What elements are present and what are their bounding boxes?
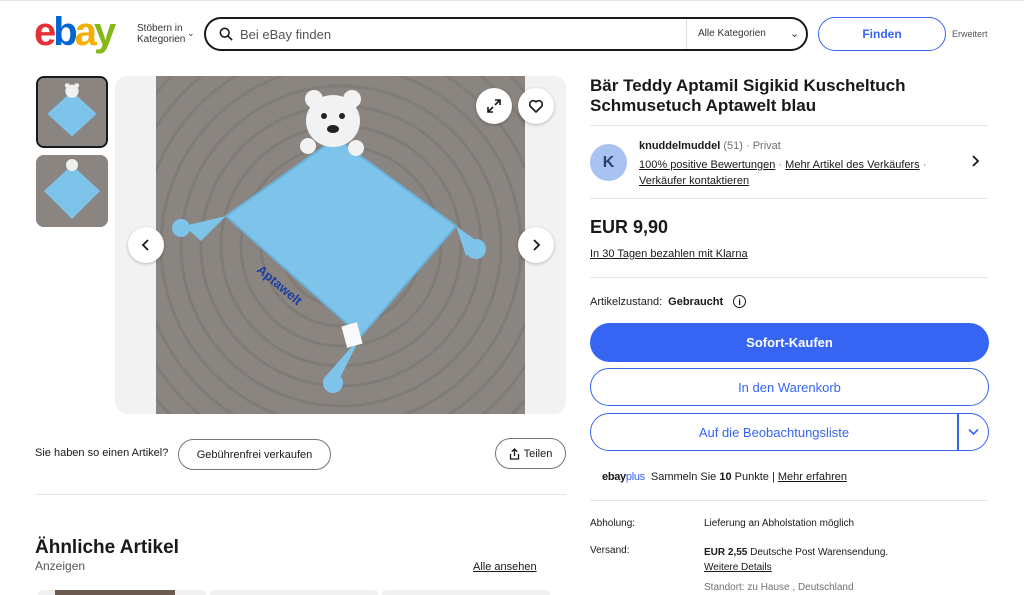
contact-seller-link[interactable]: Verkäufer kontaktieren (639, 175, 749, 187)
similar-items-title: Ähnliche Artikel (35, 537, 179, 558)
condition-label: Artikelzustand: (590, 295, 663, 308)
plus-logo-ebay: ebay (602, 471, 626, 483)
buy-now-button[interactable]: Sofort-Kaufen (590, 323, 989, 362)
more-items-link[interactable]: Mehr Artikel des Verkäufers (785, 159, 920, 171)
plus-points: 10 (719, 471, 732, 483)
ads-label: Anzeigen (35, 559, 86, 573)
plus-collect-text: Sammeln Sie (650, 471, 717, 483)
plus-logo-plus: plus (625, 471, 645, 483)
shipping-desc: Deutsche Post Warensendung. (750, 547, 889, 558)
chevron-left-icon[interactable] (128, 227, 164, 263)
item-location: Standort: zu Hause , Deutschland (704, 582, 854, 593)
seller-avatar[interactable]: K (590, 144, 627, 181)
similar-item-card[interactable] (382, 590, 550, 595)
chevron-right-icon[interactable] (518, 227, 554, 263)
separator-dot: · (922, 159, 927, 171)
seller-links: 100% positive Bewertungen · Mehr Artikel… (639, 157, 926, 189)
share-button[interactable]: Teilen (495, 438, 566, 469)
share-label: Teilen (523, 447, 553, 460)
see-all-link[interactable]: Alle ansehen (473, 561, 537, 573)
pickup-value: Lieferung an Abholstation möglich (704, 518, 855, 529)
ebay-logo[interactable]: e b a y (34, 10, 116, 54)
feedback-link[interactable]: 100% positive Bewertungen (639, 159, 775, 171)
info-icon[interactable]: i (733, 295, 747, 308)
separator-dot: · (778, 159, 783, 171)
add-to-watchlist-button[interactable]: Auf die Beobachtungsliste (590, 413, 958, 451)
pickup-label: Abholung: (590, 518, 636, 529)
chevron-down-icon[interactable]: ⌄ (790, 27, 799, 40)
advanced-search-link[interactable]: Erweitert (952, 29, 988, 39)
chevron-right-icon[interactable] (970, 154, 980, 170)
search-divider (686, 19, 687, 49)
thumbnail-1[interactable] (36, 76, 108, 148)
klarna-link[interactable]: In 30 Tagen bezahlen mit Klarna (590, 248, 748, 260)
shipping-details-link[interactable]: Weitere Details (704, 562, 772, 573)
top-border (0, 0, 1024, 4)
search-input[interactable] (240, 25, 680, 43)
logo-letter-a: a (74, 10, 97, 54)
similar-item-card[interactable] (210, 590, 378, 595)
plus-learn-more-link[interactable]: Mehr erfahren (778, 471, 847, 483)
similar-item-card[interactable] (38, 590, 206, 595)
seller-name[interactable]: knuddelmuddel (639, 140, 720, 152)
divider (590, 125, 988, 126)
condition-row: Artikelzustand: Gebraucht i (590, 295, 747, 308)
main-image-container[interactable]: Aptawelt (115, 76, 566, 414)
plus-points-word: Punkte | (734, 471, 775, 483)
heart-icon[interactable] (518, 88, 554, 124)
share-icon (509, 447, 519, 460)
item-price: EUR 9,90 (590, 217, 669, 237)
condition-value: Gebraucht (668, 295, 724, 308)
add-to-cart-button[interactable]: In den Warenkorb (590, 368, 989, 406)
find-button[interactable]: Finden (818, 17, 946, 51)
product-thumbnail-image (38, 78, 106, 146)
divider (35, 494, 566, 495)
shipping-price: EUR 2,55 (704, 547, 748, 558)
shipping-value: EUR 2,55 Deutsche Post Warensendung. Wei… (704, 545, 888, 575)
seller-rating-count: (51) (723, 140, 743, 152)
item-title: Bär Teddy Aptamil Sigikid Kuscheltuch Sc… (590, 76, 906, 115)
search-icon (219, 27, 233, 41)
sell-question: Sie haben so einen Artikel? (35, 447, 169, 459)
logo-letter-y: y (93, 10, 116, 54)
thumbnail-2[interactable] (36, 155, 108, 227)
product-main-image: Aptawelt (156, 76, 525, 414)
chevron-down-icon[interactable] (958, 413, 989, 451)
ebay-plus-logo: ebayplus (602, 471, 645, 483)
logo-letter-e: e (34, 10, 56, 54)
sell-button[interactable]: Gebührenfrei verkaufen (178, 439, 331, 470)
chevron-down-icon[interactable]: ⌄ (187, 28, 195, 39)
ebay-plus-row: ebayplus Sammeln Sie 10 Punkte | Mehr er… (602, 471, 847, 483)
logo-letter-b: b (53, 10, 78, 54)
expand-icon[interactable] (476, 88, 512, 124)
divider (590, 198, 988, 199)
seller-type: · Privat (745, 140, 781, 152)
divider (590, 500, 988, 501)
product-thumbnail-image (36, 155, 108, 227)
seller-info: knuddelmuddel (51) · Privat (639, 140, 781, 152)
divider (590, 277, 988, 278)
search-bar: Alle Kategorien ⌄ (204, 17, 808, 51)
category-select[interactable]: Alle Kategorien (698, 28, 766, 39)
shipping-label: Versand: (590, 545, 630, 556)
